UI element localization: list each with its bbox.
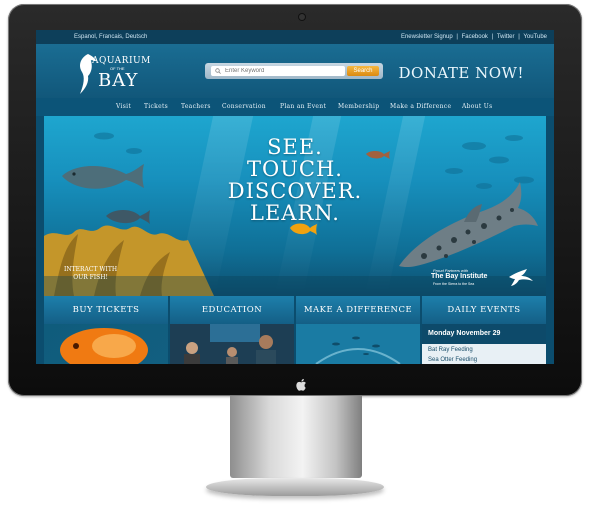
site-logo[interactable]: AQUARIUM OF THE BAY — [76, 52, 150, 96]
event-item[interactable]: Bat Ray Feeding — [428, 347, 473, 353]
nav-item-conservation[interactable]: Conservation — [222, 103, 266, 110]
nav-item-membership[interactable]: Membership — [338, 103, 379, 110]
make-a-difference-thumbnail[interactable] — [296, 324, 420, 364]
language-links[interactable]: Espanol, Francais, Deutsch — [74, 34, 147, 40]
twitter-link[interactable]: Twitter — [497, 34, 515, 40]
donate-now-link[interactable]: DONATE NOW! — [398, 64, 524, 82]
monitor-stand — [230, 396, 362, 478]
youtube-link[interactable]: YouTube — [523, 34, 547, 40]
tab-buy-tickets[interactable]: BUY TICKETS — [44, 296, 168, 324]
interact-with-fish-link[interactable]: INTERACT WITH OUR FISH! — [64, 266, 117, 282]
monitor-stand-base — [206, 478, 384, 496]
camera-icon — [299, 14, 305, 20]
main-nav: Visit Tickets Teachers Conservation Plan… — [36, 98, 554, 116]
hero-banner[interactable]: SEE. TOUCH. DISCOVER. LEARN. INTERACT WI… — [44, 116, 546, 296]
search-box: Search — [205, 63, 383, 79]
site-header: AQUARIUM OF THE BAY Search DONATE NOW! — [36, 44, 554, 98]
hero-headline: SEE. TOUCH. DISCOVER. LEARN. — [227, 135, 363, 225]
nav-item-plan-an-event[interactable]: Plan an Event — [280, 103, 326, 110]
nav-item-about-us[interactable]: About Us — [462, 103, 493, 110]
tab-make-a-difference[interactable]: MAKE A DIFFERENCE — [296, 296, 420, 324]
buy-tickets-thumbnail[interactable] — [44, 324, 168, 364]
events-date: Monday November 29 — [422, 324, 546, 344]
search-button[interactable]: Search — [347, 66, 379, 76]
bird-icon — [509, 269, 533, 286]
search-input[interactable] — [211, 66, 345, 76]
top-utility-bar: Espanol, Francais, Deutsch Enewsletter S… — [36, 30, 554, 44]
search-icon — [215, 68, 221, 74]
feature-tabs: BUY TICKETS EDUCATION MAKE A DIFFERENCE … — [44, 296, 546, 324]
education-thumbnail[interactable] — [170, 324, 294, 364]
feature-thumbnails: Monday November 29 Bat Ray Feeding Sea O… — [44, 324, 546, 364]
nav-item-teachers[interactable]: Teachers — [181, 103, 211, 110]
nav-item-visit[interactable]: Visit — [116, 103, 131, 110]
nav-item-make-a-difference[interactable]: Make a Difference — [390, 103, 451, 110]
apple-icon — [295, 378, 309, 392]
logo-text: AQUARIUM — [92, 56, 151, 66]
tab-daily-events[interactable]: DAILY EVENTS — [422, 296, 546, 324]
bay-institute-badge[interactable]: Proud Partners with The Bay Institute Fr… — [429, 267, 539, 289]
logo-text-bay: BAY — [98, 70, 139, 91]
social-links: Enewsletter Signup | Facebook | Twitter … — [400, 34, 547, 40]
tab-education[interactable]: EDUCATION — [170, 296, 294, 324]
daily-events-panel: Monday November 29 Bat Ray Feeding Sea O… — [422, 324, 546, 364]
website-screen: Espanol, Francais, Deutsch Enewsletter S… — [36, 30, 554, 364]
facebook-link[interactable]: Facebook — [462, 34, 488, 40]
nav-item-tickets[interactable]: Tickets — [144, 103, 168, 110]
event-item[interactable]: Sea Otter Feeding — [428, 357, 477, 363]
enewsletter-link[interactable]: Enewsletter Signup — [401, 34, 453, 40]
